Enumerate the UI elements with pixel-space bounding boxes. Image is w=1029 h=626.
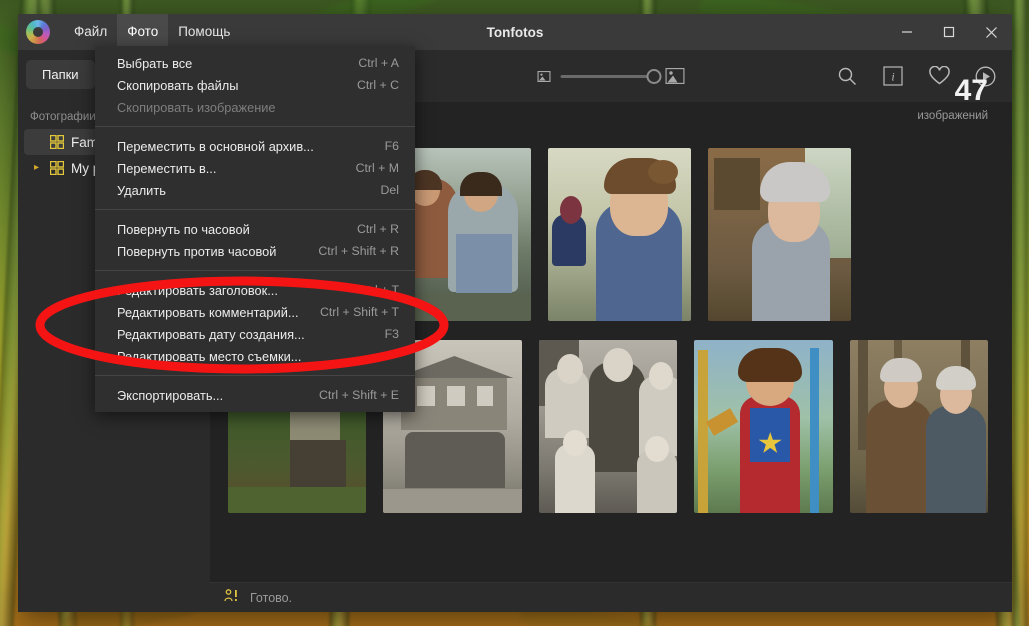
menu-item-label: Редактировать заголовок...: [117, 282, 278, 298]
maximize-button[interactable]: [928, 14, 970, 50]
menu-item-label: Скопировать файлы: [117, 77, 239, 93]
menu-item-label: Редактировать комментарий...: [117, 304, 299, 320]
menu-item-label: Редактировать дату создания...: [117, 326, 305, 342]
minimize-button[interactable]: [886, 14, 928, 50]
menu-item-accel: Ctrl + C: [356, 78, 399, 92]
menu-group: Редактировать заголовок... Ctrl + T Реда…: [95, 279, 415, 367]
search-icon[interactable]: [834, 63, 860, 89]
menu-item-accel: Ctrl + Shift + T: [319, 305, 399, 319]
menu-help[interactable]: Помощь: [168, 14, 240, 50]
svg-text:i: i: [891, 70, 894, 84]
image-count-label: изображений: [917, 110, 988, 122]
menu-item-edit-comment[interactable]: Редактировать комментарий... Ctrl + Shif…: [95, 301, 415, 323]
thumb-elderly-couple-forest[interactable]: [849, 340, 989, 513]
menu-item-label: Переместить в основной архив...: [117, 138, 314, 154]
thumb-boy-superhero[interactable]: [694, 340, 833, 513]
menu-item-label: Повернуть против часовой: [117, 243, 277, 259]
menu-item-move-to-main-archive[interactable]: Переместить в основной архив... F6: [95, 135, 415, 157]
menu-item-label: Редактировать место съемки...: [117, 348, 302, 364]
menu-separator: [95, 270, 415, 271]
menu-item-edit-creation-date[interactable]: Редактировать дату создания... F3: [95, 323, 415, 345]
menu-item-accel: Ctrl + M: [355, 161, 399, 175]
window-controls: [886, 14, 1012, 50]
menu-item-move-to[interactable]: Переместить в... Ctrl + M: [95, 157, 415, 179]
menu-item-accel: Ctrl + A: [358, 56, 399, 70]
menu-item-accel: Ctrl + Shift + E: [319, 388, 399, 402]
menu-group: Экспортировать... Ctrl + Shift + E: [95, 384, 415, 406]
menu-item-accel: Ctrl + T: [358, 283, 399, 297]
menu-item-label: Удалить: [117, 182, 166, 198]
sidebar-tab-folders[interactable]: Папки: [26, 60, 95, 89]
chevron-right-icon[interactable]: ▸: [34, 163, 43, 173]
app-logo-icon: [26, 20, 50, 44]
menu-item-rotate-counterclockwise[interactable]: Повернуть против часовой Ctrl + Shift + …: [95, 240, 415, 262]
menu-item-rotate-clockwise[interactable]: Повернуть по часовой Ctrl + R: [95, 218, 415, 240]
thumbnail-size-slider-group: [537, 68, 685, 84]
menu-separator: [95, 209, 415, 210]
menu-item-label: Выбрать все: [117, 55, 193, 71]
menu-group: Повернуть по часовой Ctrl + R Повернуть …: [95, 218, 415, 262]
large-image-icon[interactable]: [665, 68, 685, 84]
menu-item-label: Экспортировать...: [117, 387, 224, 403]
menu-item-copy-image: Скопировать изображение: [95, 96, 415, 118]
menu-photo[interactable]: Фото: [117, 14, 169, 50]
thumb-elderly-woman-cafe[interactable]: [708, 148, 851, 321]
menu-file[interactable]: Файл: [64, 14, 117, 50]
thumb-young-woman-park[interactable]: [548, 148, 691, 321]
menu-item-delete[interactable]: Удалить Del: [95, 179, 415, 201]
title-bar: Файл Фото Помощь Tonfotos: [18, 14, 1012, 50]
photo-menu-dropdown: Выбрать все Ctrl + A Скопировать файлы C…: [95, 46, 415, 412]
menu-item-accel: Del: [380, 183, 399, 197]
grid-folder-icon: [50, 161, 64, 175]
status-bar: Готово.: [210, 582, 1012, 612]
image-counter: 47 изображений: [917, 74, 988, 123]
menu-separator: [95, 126, 415, 127]
small-image-icon[interactable]: [537, 70, 551, 82]
sidebar-section-label: Фотографии: [30, 111, 96, 123]
grid-folder-icon: [50, 135, 64, 149]
menu-item-label: Переместить в...: [117, 160, 217, 176]
menu-item-label: Скопировать изображение: [117, 99, 276, 115]
menu-item-copy-files[interactable]: Скопировать файлы Ctrl + C: [95, 74, 415, 96]
menu-group: Переместить в основной архив... F6 Перем…: [95, 135, 415, 201]
menu-bar: Файл Фото Помощь: [64, 14, 240, 50]
menu-separator: [95, 375, 415, 376]
thumbnail-size-slider[interactable]: [560, 68, 662, 84]
image-count-number: 47: [954, 74, 988, 107]
person-alert-icon: [224, 589, 240, 606]
status-text: Готово.: [250, 590, 293, 605]
menu-group: Выбрать все Ctrl + A Скопировать файлы C…: [95, 52, 415, 118]
menu-item-accel: F6: [384, 139, 399, 153]
slider-handle[interactable]: [646, 68, 662, 84]
menu-item-export[interactable]: Экспортировать... Ctrl + Shift + E: [95, 384, 415, 406]
thumb-family-portrait-bw[interactable]: [538, 340, 678, 513]
menu-item-select-all[interactable]: Выбрать все Ctrl + A: [95, 52, 415, 74]
menu-item-edit-title[interactable]: Редактировать заголовок... Ctrl + T: [95, 279, 415, 301]
menu-item-label: Повернуть по часовой: [117, 221, 250, 237]
menu-item-accel: F3: [384, 327, 399, 341]
info-icon[interactable]: i: [880, 63, 906, 89]
menu-item-accel: Ctrl + Shift + R: [318, 244, 399, 258]
close-button[interactable]: [970, 14, 1012, 50]
menu-item-edit-shooting-location[interactable]: Редактировать место съемки...: [95, 345, 415, 367]
menu-item-accel: Ctrl + R: [356, 222, 399, 236]
